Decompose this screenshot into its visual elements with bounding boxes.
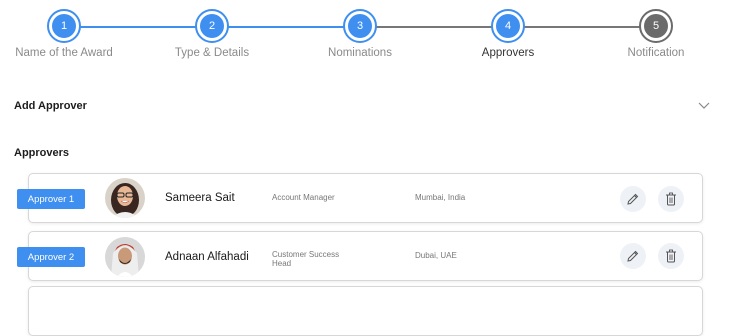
- approver-role: Customer Success Head: [272, 250, 340, 268]
- step-label: Nominations: [328, 47, 392, 59]
- approver-badge: Approver 2: [17, 247, 85, 267]
- step-nominations[interactable]: 3 Nominations: [300, 0, 420, 59]
- chevron-down-icon[interactable]: [697, 100, 711, 110]
- step-label: Approvers: [481, 47, 535, 59]
- step-number: 1: [52, 14, 76, 38]
- add-approver-heading[interactable]: Add Approver: [14, 100, 87, 112]
- approver-name: Adnaan Alfahadi: [165, 251, 249, 263]
- step-indicator: 3: [343, 9, 377, 43]
- approver-location: Mumbai, India: [415, 193, 466, 202]
- step-indicator: 5: [639, 9, 673, 43]
- approvers-heading: Approvers: [14, 147, 70, 159]
- progress-stepper: 1 Name of the Award 2 Type & Details 3 N…: [0, 0, 740, 70]
- step-approvers[interactable]: 4 Approvers: [448, 0, 568, 59]
- delete-button[interactable]: [658, 243, 684, 269]
- edit-button[interactable]: [620, 243, 646, 269]
- step-number: 5: [644, 14, 668, 38]
- step-indicator: 2: [195, 9, 229, 43]
- approver-card: [28, 286, 703, 336]
- step-name-of-award[interactable]: 1 Name of the Award: [4, 0, 124, 59]
- approver-badge: Approver 1: [17, 189, 85, 209]
- step-label: Notification: [627, 47, 685, 59]
- step-indicator: 1: [47, 9, 81, 43]
- edit-button[interactable]: [620, 186, 646, 212]
- approver-role: Account Manager: [272, 193, 335, 202]
- approver-location: Dubai, UAE: [415, 251, 457, 260]
- step-indicator: 4: [491, 9, 525, 43]
- avatar: [105, 178, 145, 218]
- step-number: 4: [496, 14, 520, 38]
- delete-button[interactable]: [658, 186, 684, 212]
- avatar: [105, 237, 145, 277]
- step-notification[interactable]: 5 Notification: [596, 0, 716, 59]
- step-number: 3: [348, 14, 372, 38]
- step-label: Name of the Award: [15, 47, 113, 59]
- trash-icon: [666, 192, 676, 206]
- pencil-icon: [627, 250, 639, 262]
- approver-name: Sameera Sait: [165, 192, 235, 204]
- step-type-details[interactable]: 2 Type & Details: [152, 0, 272, 59]
- trash-icon: [666, 249, 676, 263]
- pencil-icon: [627, 193, 639, 205]
- step-number: 2: [200, 14, 224, 38]
- step-label: Type & Details: [174, 47, 250, 59]
